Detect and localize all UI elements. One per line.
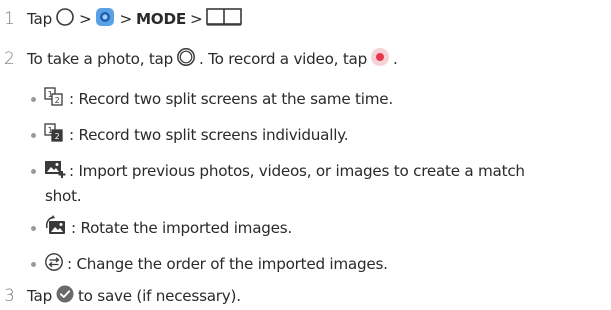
import-image-icon — [44, 159, 66, 183]
bullet-dot — [31, 132, 36, 138]
record-icon — [370, 47, 390, 71]
step-3-body: Tap to save (if necessary). — [27, 284, 241, 308]
bullet-dot — [31, 225, 36, 231]
shutter-icon — [176, 47, 196, 71]
bullet-dot — [31, 261, 36, 267]
check-save-icon — [55, 284, 75, 308]
separator: > — [78, 10, 92, 28]
step-number: 3 — [4, 286, 15, 306]
camera-app-icon — [95, 7, 115, 31]
step-text: Tap — [27, 10, 52, 28]
step-number: 2 — [4, 49, 15, 69]
document: 1 Tap > > MODE > 2 To take a photo, tap … — [0, 0, 611, 308]
svg-text:2: 2 — [55, 132, 60, 141]
step-text: to save (if necessary). — [77, 287, 241, 305]
bullet-text: : Record two split screens individually. — [69, 126, 349, 144]
home-circle-icon — [55, 7, 75, 31]
bullet-text: : Change the order of the imported image… — [67, 255, 388, 273]
rotate-image-icon — [44, 215, 68, 241]
mode-label: MODE — [135, 10, 186, 28]
step-number: 1 — [4, 9, 15, 29]
split-individual-icon: 1 2 — [44, 123, 66, 147]
bullet-text-continued: shot. — [45, 187, 82, 205]
step-1-body: Tap > > MODE > — [27, 7, 245, 31]
bullet-dot — [31, 168, 36, 174]
bullet-text: : Rotate the imported images. — [71, 219, 292, 237]
bullet-text: : Import previous photos, videos, or ima… — [69, 162, 525, 180]
bullet-dot — [31, 96, 36, 102]
step-text: Tap — [27, 287, 52, 305]
separator: > — [119, 10, 132, 28]
split-mode-icon — [206, 8, 243, 30]
swap-order-icon — [44, 252, 64, 276]
separator: > — [189, 10, 203, 28]
bullet-text: : Record two split screens at the same t… — [69, 90, 393, 108]
svg-text:2: 2 — [55, 96, 60, 105]
step-text: . — [393, 50, 398, 68]
step-2-body: To take a photo, tap . To record a video… — [27, 47, 398, 71]
split-same-time-icon: 1 2 — [44, 87, 66, 111]
step-text: To take a photo, tap — [27, 50, 173, 68]
step-text: . To record a video, tap — [199, 50, 367, 68]
